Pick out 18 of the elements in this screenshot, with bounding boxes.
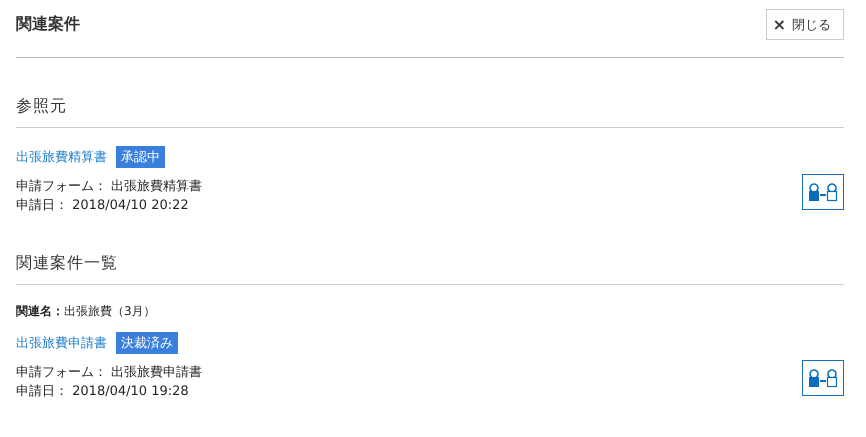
lock-pair-icon [808,182,838,202]
document-link[interactable]: 出張旅費申請書 [16,334,107,352]
close-icon: × [772,16,786,32]
document-link[interactable]: 出張旅費精算書 [16,148,107,166]
section-heading: 関連案件一覧 [16,215,844,285]
status-badge: 決裁済み [116,332,178,354]
detail-text: 申請フォーム： 出張旅費精算書 [16,178,202,196]
detail-text: 申請フォーム： 出張旅費申請書 [16,364,202,382]
lock-pair-icon [808,368,838,388]
link-lock-button[interactable] [802,174,844,210]
status-badge: 承認中 [116,146,165,168]
link-lock-button[interactable] [802,360,844,396]
detail-text: 申請日： 2018/04/10 20:22 [16,197,190,215]
section-heading: 参照元 [16,58,844,128]
relation-name: 関連名：出張旅費（3月） [16,303,157,320]
detail-text: 申請日： 2018/04/10 19:28 [16,383,190,401]
close-button[interactable]: × 閉じる [766,9,844,40]
page-title: 関連案件 [16,14,80,35]
